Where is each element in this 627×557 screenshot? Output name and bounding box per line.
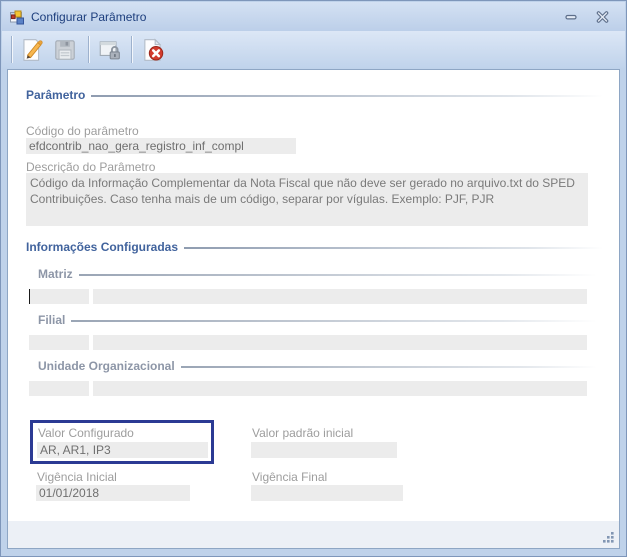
security-lock-icon (99, 40, 120, 59)
subsection-divider-line (180, 366, 597, 368)
toolbar-separator (131, 36, 132, 63)
save-icon (55, 39, 75, 60)
descricao-parametro-field[interactable]: Código da Informação Complementar da Not… (26, 173, 588, 226)
valor-configurado-highlight-box: Valor Configurado AR, AR1, IP3 (30, 420, 214, 464)
section-divider-line (184, 247, 603, 249)
unidade-organizacional-label: Unidade Organizacional (38, 359, 175, 373)
informacoes-section-header: Informações Configuradas (26, 240, 603, 254)
vigencia-final-label: Vigência Final (252, 470, 328, 484)
edit-icon (23, 38, 43, 61)
section-divider-line (91, 95, 603, 97)
edit-button[interactable] (15, 34, 47, 65)
vigencia-inicial-field[interactable]: 01/01/2018 (36, 485, 190, 501)
filial-name-field[interactable] (93, 335, 587, 350)
unidade-code-field[interactable] (29, 381, 89, 396)
status-strip (8, 521, 619, 548)
minimize-icon (565, 14, 577, 20)
toolbar (2, 31, 625, 68)
matriz-name-field[interactable] (93, 289, 587, 304)
matriz-label: Matriz (38, 267, 73, 281)
subsection-divider-line (71, 320, 597, 322)
vigencia-final-field[interactable] (251, 485, 403, 501)
cancel-icon (144, 37, 164, 61)
parametro-section-header: Parâmetro (26, 88, 603, 102)
unidade-name-field[interactable] (93, 381, 587, 396)
vigencia-inicial-label: Vigência Inicial (37, 470, 117, 484)
window-title: Configurar Parâmetro (31, 9, 147, 24)
parametro-section-title: Parâmetro (26, 88, 86, 102)
unidade-organizacional-group-header: Unidade Organizacional (38, 359, 597, 373)
close-button[interactable] (593, 9, 611, 25)
matriz-code-field[interactable] (29, 289, 89, 304)
codigo-parametro-label: Código do parâmetro (26, 124, 139, 138)
valor-padrao-field[interactable] (251, 442, 397, 458)
configurar-parametro-window: Configurar Parâmetro Parâmetro Código do… (0, 0, 627, 557)
informacoes-section-title: Informações Configuradas (26, 240, 179, 254)
descricao-parametro-label: Descrição do Parâmetro (26, 160, 156, 174)
subsection-divider-line (78, 274, 597, 276)
matriz-group-header: Matriz (38, 267, 597, 281)
toolbar-separator (11, 36, 12, 63)
text-caret (29, 289, 30, 304)
filial-label: Filial (38, 313, 66, 327)
valor-configurado-field[interactable]: AR, AR1, IP3 (37, 442, 208, 458)
valor-configurado-label: Valor Configurado (38, 426, 134, 440)
toolbar-separator (88, 36, 89, 63)
content-panel: Parâmetro Código do parâmetro efdcontrib… (7, 69, 620, 549)
winforms-app-icon (10, 10, 24, 24)
codigo-parametro-field[interactable]: efdcontrib_nao_gera_registro_inf_compl (26, 138, 296, 154)
cancel-button[interactable] (137, 34, 169, 65)
filial-code-field[interactable] (29, 335, 89, 350)
valor-padrao-label: Valor padrão inicial (252, 426, 354, 440)
security-button[interactable] (94, 34, 126, 65)
titlebar[interactable]: Configurar Parâmetro (2, 2, 625, 31)
resize-grip-icon[interactable] (601, 530, 615, 544)
close-icon (596, 11, 608, 23)
save-button[interactable] (49, 34, 81, 65)
minimize-button[interactable] (562, 9, 580, 25)
filial-group-header: Filial (38, 313, 597, 327)
